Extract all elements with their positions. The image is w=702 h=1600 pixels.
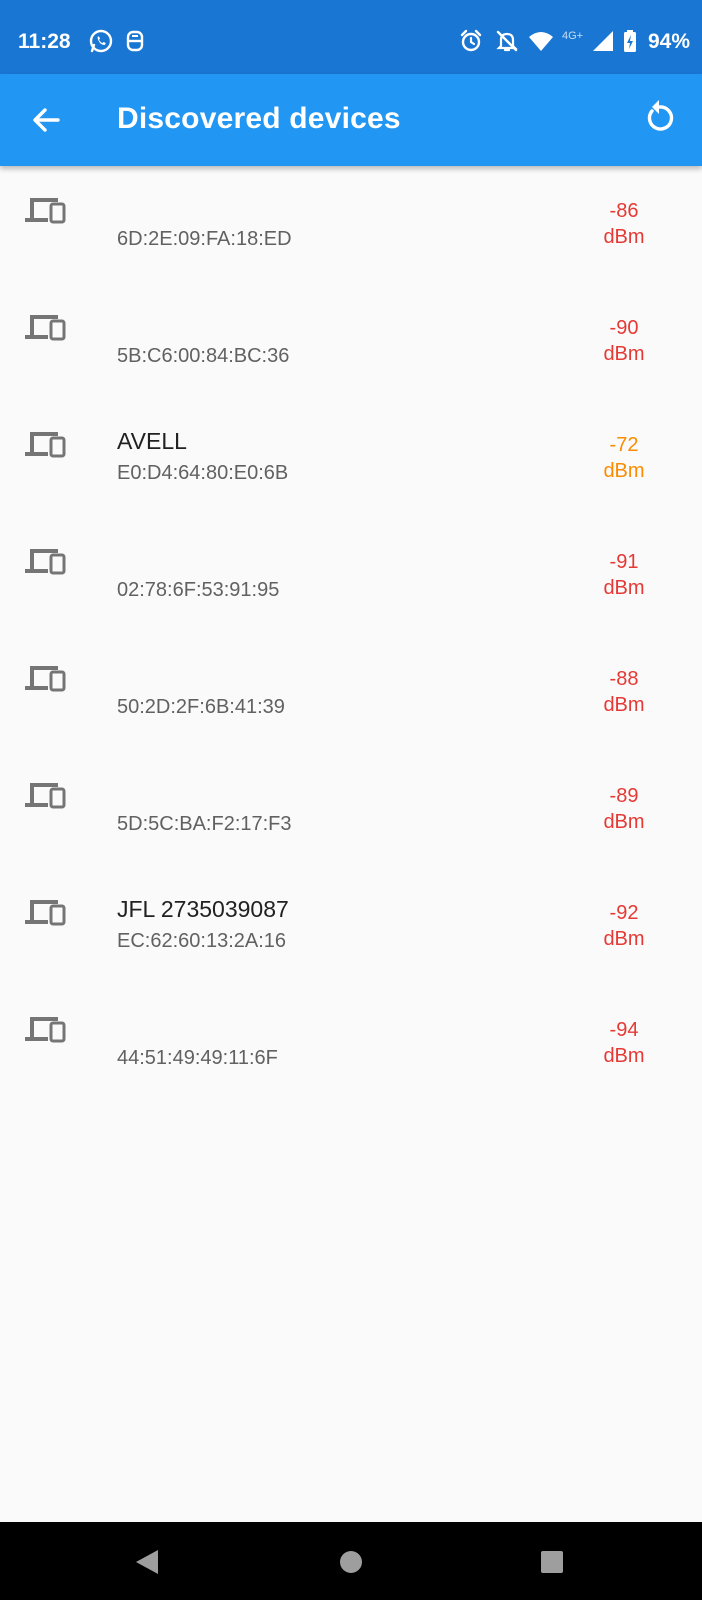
device-rssi: -92 dBm [584, 900, 664, 952]
devices-icon [25, 198, 66, 224]
device-list-item[interactable]: 02:78:6F:53:91:95 -91 dBm [0, 517, 702, 634]
rssi-value: -86 [609, 200, 639, 222]
rssi-unit: dBm [603, 577, 645, 599]
network-type: 4G+ [562, 30, 584, 42]
wifi-icon [529, 32, 553, 51]
rssi-unit: dBm [603, 694, 645, 716]
back-arrow-icon[interactable] [26, 100, 66, 140]
device-rssi: -88 dBm [584, 666, 664, 718]
device-rssi: -91 dBm [584, 549, 664, 601]
rssi-unit: dBm [603, 460, 645, 482]
refresh-icon[interactable] [640, 98, 680, 138]
rssi-value: -92 [609, 902, 639, 924]
notifications-off-icon [496, 30, 518, 52]
device-mac: 02:78:6F:53:91:95 [117, 579, 280, 601]
rssi-value: -91 [609, 551, 639, 573]
nav-recents-icon[interactable] [536, 1546, 568, 1578]
device-rssi: -89 dBm [584, 783, 664, 835]
device-name: JFL 2735039087 [117, 896, 289, 922]
alarm-icon [460, 29, 482, 52]
devices-icon [25, 666, 66, 692]
devices-icon [25, 549, 66, 575]
device-mac: EC:62:60:13:2A:16 [117, 930, 287, 952]
rssi-value: -94 [609, 1019, 639, 1041]
nav-home-icon[interactable] [335, 1546, 367, 1578]
rssi-value: -89 [609, 785, 639, 807]
device-rssi: -90 dBm [584, 315, 664, 367]
rssi-unit: dBm [603, 343, 645, 365]
device-list-item[interactable]: 5D:5C:BA:F2:17:F3 -89 dBm [0, 751, 702, 868]
device-name: AVELL [117, 428, 187, 454]
device-list-item[interactable]: 5B:C6:00:84:BC:36 -90 dBm [0, 283, 702, 400]
battery-charging-icon [624, 30, 636, 52]
devices-icon [25, 432, 66, 458]
device-list-item[interactable]: AVELL E0:D4:64:80:E0:6B -72 dBm [0, 400, 702, 517]
device-list: 6D:2E:09:FA:18:ED -86 dBm 5B:C6:00:84:BC… [0, 166, 702, 1102]
device-list-item[interactable]: JFL 2735039087 EC:62:60:13:2A:16 -92 dBm [0, 868, 702, 985]
rssi-unit: dBm [603, 928, 645, 950]
rssi-unit: dBm [603, 226, 645, 248]
status-time: 11:28 [18, 30, 71, 53]
nav-back-icon[interactable] [132, 1546, 164, 1578]
device-list-item[interactable]: 6D:2E:09:FA:18:ED -86 dBm [0, 166, 702, 283]
device-mac: 5D:5C:BA:F2:17:F3 [117, 813, 292, 835]
rssi-unit: dBm [603, 1045, 645, 1067]
device-list-item[interactable]: 50:2D:2F:6B:41:39 -88 dBm [0, 634, 702, 751]
device-list-item[interactable]: 44:51:49:49:11:6F -94 dBm [0, 985, 702, 1102]
status-bar: 11:28 4G+ 94% [0, 0, 702, 74]
whatsapp-icon [89, 29, 113, 53]
device-mac: E0:D4:64:80:E0:6B [117, 462, 289, 484]
page-title: Discovered devices [117, 102, 401, 135]
rssi-value: -90 [609, 317, 639, 339]
devices-icon [25, 315, 66, 341]
device-rssi: -72 dBm [584, 432, 664, 484]
device-rssi: -86 dBm [584, 198, 664, 250]
rssi-value: -72 [609, 434, 639, 456]
device-mac: 44:51:49:49:11:6F [117, 1047, 278, 1069]
devices-icon [25, 1017, 66, 1043]
device-mac: 5B:C6:00:84:BC:36 [117, 345, 290, 367]
cell-signal-icon [593, 31, 613, 51]
devices-icon [25, 900, 66, 926]
app-bar: Discovered devices [0, 74, 702, 166]
system-nav-bar [0, 1522, 702, 1600]
devices-icon [25, 783, 66, 809]
device-mac: 50:2D:2F:6B:41:39 [117, 696, 285, 718]
rssi-unit: dBm [603, 811, 645, 833]
rssi-value: -88 [609, 668, 639, 690]
device-rssi: -94 dBm [584, 1017, 664, 1069]
device-mac: 6D:2E:09:FA:18:ED [117, 228, 292, 250]
battery-percent: 94% [647, 30, 690, 53]
app-notification-icon [126, 30, 144, 52]
